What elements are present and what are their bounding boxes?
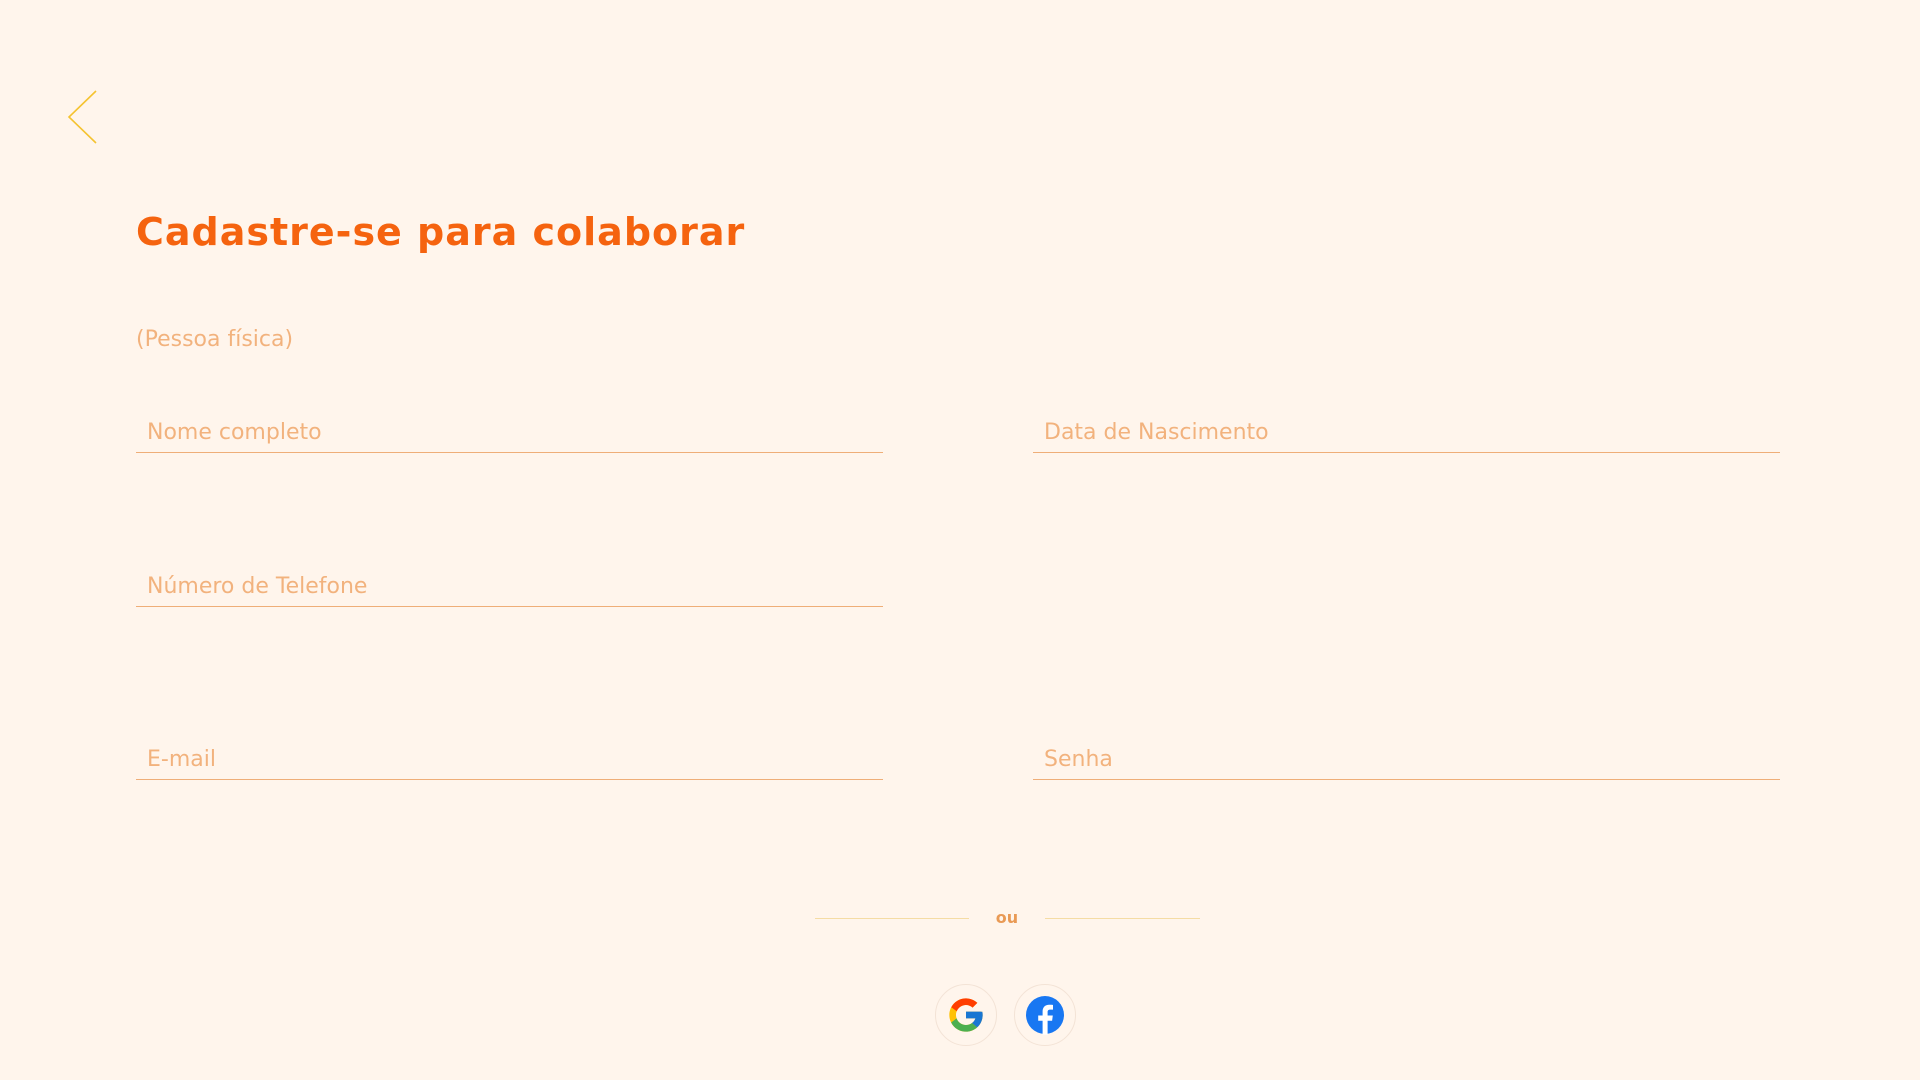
or-divider: ou — [815, 908, 1200, 928]
chevron-left-icon — [67, 90, 97, 144]
divider-label: ou — [995, 908, 1019, 927]
password-field-container — [1033, 739, 1780, 780]
page-title: Cadastre-se para colaborar — [136, 210, 746, 254]
birth-date-input[interactable] — [1033, 412, 1780, 452]
google-signin-button[interactable] — [935, 984, 997, 1046]
back-button[interactable] — [62, 85, 102, 149]
divider-line-left — [815, 918, 969, 919]
page-subtitle: (Pessoa física) — [136, 327, 294, 352]
birth-date-field-container — [1033, 412, 1780, 453]
phone-input[interactable] — [136, 566, 883, 606]
facebook-icon — [1026, 996, 1064, 1035]
email-field-container — [136, 739, 883, 780]
divider-line-right — [1045, 918, 1200, 919]
email-input[interactable] — [136, 739, 883, 779]
full-name-field-container — [136, 412, 883, 453]
facebook-signin-button[interactable] — [1014, 984, 1076, 1046]
google-icon — [949, 998, 983, 1032]
phone-field-container — [136, 566, 883, 607]
full-name-input[interactable] — [136, 412, 883, 452]
password-input[interactable] — [1033, 739, 1780, 779]
